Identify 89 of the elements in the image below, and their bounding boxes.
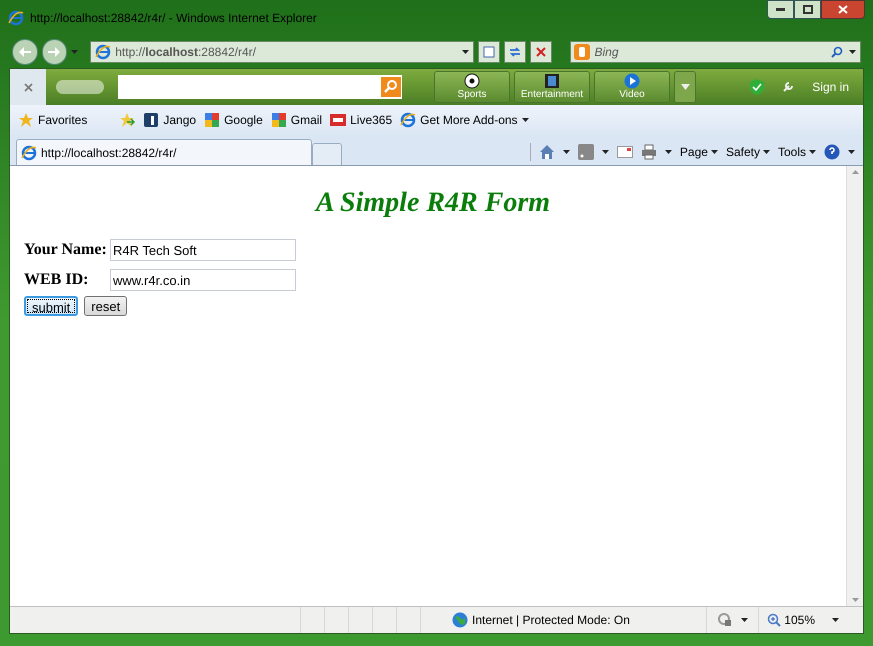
caret-icon: [848, 50, 856, 54]
caret-icon: [71, 50, 78, 54]
browser-icon: [8, 10, 24, 26]
site-icon: [143, 112, 160, 128]
form-button[interactable]: submit: [24, 296, 78, 316]
address-field[interactable]: http://localhost:28842/r4r/: [90, 41, 474, 63]
favorite-link[interactable]: Live365: [330, 111, 392, 129]
add-favorite-icon[interactable]: [119, 112, 136, 128]
text-field[interactable]: www.r4r.co.in: [110, 269, 296, 291]
ball-icon: [464, 73, 480, 89]
favorites-button[interactable]: Favorites: [18, 111, 96, 129]
text-field[interactable]: R4R Tech Soft: [110, 239, 296, 261]
caret-icon: [741, 618, 748, 622]
caret-icon: [832, 618, 839, 622]
back-button[interactable]: [12, 39, 38, 65]
toolbar-button[interactable]: Entertainment: [514, 71, 590, 103]
bing-search-field[interactable]: [118, 75, 402, 99]
close-icon: [24, 82, 32, 92]
security-icon[interactable]: [717, 612, 734, 628]
mail-icon[interactable]: [616, 146, 633, 158]
status-text: Internet | Protected Mode: On: [472, 612, 630, 629]
page-icon: [21, 144, 37, 160]
close-icon: [838, 5, 848, 14]
caret-icon: [680, 84, 690, 90]
stop-button[interactable]: [530, 41, 552, 63]
home-icon[interactable]: [538, 144, 555, 160]
command-menu[interactable]: Tools: [778, 143, 816, 161]
sign-in-link[interactable]: Sign in: [812, 78, 849, 96]
favorite-link[interactable]: Google: [204, 111, 263, 129]
field-label: Your Name:: [24, 240, 108, 260]
scrollbar[interactable]: [846, 166, 863, 606]
form-button[interactable]: reset: [84, 296, 128, 316]
caret-icon: [602, 150, 609, 154]
zoom-icon: [767, 613, 782, 627]
page-icon: [483, 46, 496, 58]
printer-icon[interactable]: [640, 144, 657, 160]
caret-icon: [462, 50, 470, 54]
stop-icon: [536, 47, 546, 57]
more-button[interactable]: [674, 71, 696, 103]
globe-icon: [452, 612, 468, 628]
site-icon: [270, 112, 287, 128]
page-heading: A Simple R4R Form: [314, 186, 552, 220]
refresh-icon: [508, 46, 521, 58]
favorite-link[interactable]: Get More Add-ons: [400, 111, 529, 129]
search-icon: [381, 77, 401, 97]
wrench-icon: [782, 81, 794, 93]
caret-icon: [809, 150, 816, 154]
shield-icon: [750, 79, 764, 95]
compatibility-button[interactable]: [478, 41, 500, 63]
command-menu[interactable]: Safety: [726, 143, 770, 161]
browser-tab[interactable]: http://localhost:28842/r4r/: [16, 139, 312, 165]
caret-icon: [664, 150, 672, 154]
minimize-icon: [776, 8, 785, 11]
refresh-button[interactable]: [504, 41, 526, 63]
page-icon: [400, 112, 416, 128]
bing-icon: [574, 44, 590, 60]
maximize-icon: [802, 5, 812, 14]
site-icon: [204, 112, 220, 128]
help-icon[interactable]: [824, 144, 840, 160]
search-field[interactable]: Bing: [570, 41, 861, 63]
toolbar-button[interactable]: Sports: [434, 71, 510, 103]
site-icon: [330, 112, 346, 128]
play-icon: [624, 73, 640, 89]
search-icon: [830, 46, 843, 58]
star-icon: [18, 112, 34, 128]
command-menu[interactable]: Page: [680, 143, 718, 161]
feed-icon[interactable]: [578, 144, 594, 160]
window-title: http://localhost:28842/r4r/ - Windows Internet Explorer: [30, 10, 317, 27]
film-icon: [544, 73, 560, 89]
caret-icon: [710, 150, 718, 154]
back-icon: [18, 47, 31, 57]
close-toolbar-button[interactable]: [10, 69, 46, 105]
zoom-button[interactable]: 105%: [758, 607, 847, 633]
favorite-link[interactable]: Gmail: [270, 111, 322, 129]
toolbar-button[interactable]: Video: [594, 71, 670, 103]
caret-icon: [522, 118, 529, 122]
caret-icon: [762, 150, 770, 154]
forward-icon: [48, 47, 60, 57]
scroll-down-icon: [852, 598, 858, 602]
caret-icon: [848, 150, 855, 154]
close-button[interactable]: [821, 0, 865, 19]
minimize-button[interactable]: [767, 0, 794, 19]
favorite-link[interactable]: Jango: [143, 111, 196, 129]
maximize-button[interactable]: [794, 0, 821, 19]
scroll-up-icon: [852, 170, 858, 174]
page-icon: [95, 44, 112, 60]
forward-button[interactable]: [42, 39, 68, 65]
field-label: WEB ID:: [24, 270, 90, 290]
caret-icon: [562, 150, 570, 154]
